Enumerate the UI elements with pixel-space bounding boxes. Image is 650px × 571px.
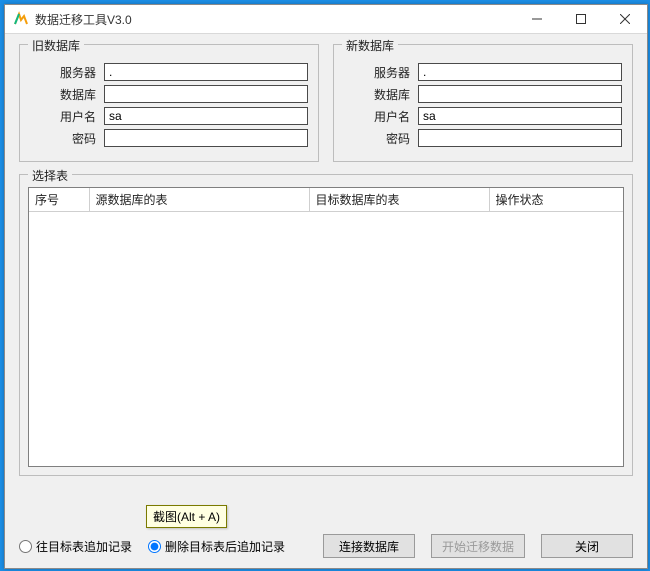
label-new-database: 数据库 bbox=[344, 86, 410, 103]
label-new-password: 密码 bbox=[344, 130, 410, 147]
select-table-group: 选择表 序号 源数据库的表 目标数据库的表 操作状态 bbox=[19, 174, 633, 476]
radio-delete-append[interactable]: 删除目标表后追加记录 bbox=[148, 538, 285, 555]
radio-append-input[interactable] bbox=[19, 540, 32, 553]
maximize-button[interactable] bbox=[559, 5, 603, 33]
app-icon bbox=[13, 11, 29, 27]
old-username-input[interactable] bbox=[104, 107, 308, 125]
old-db-group: 旧数据库 服务器 数据库 用户名 密码 bbox=[19, 44, 319, 162]
new-username-input[interactable] bbox=[418, 107, 622, 125]
old-password-input[interactable] bbox=[104, 129, 308, 147]
client-area: 旧数据库 服务器 数据库 用户名 密码 bbox=[5, 34, 647, 568]
label-new-username: 用户名 bbox=[344, 108, 410, 125]
new-db-legend: 新数据库 bbox=[342, 37, 398, 54]
col-target[interactable]: 目标数据库的表 bbox=[309, 188, 489, 212]
tables-grid: 序号 源数据库的表 目标数据库的表 操作状态 bbox=[29, 188, 623, 212]
old-database-input[interactable] bbox=[104, 85, 308, 103]
new-db-group: 新数据库 服务器 数据库 用户名 密码 bbox=[333, 44, 633, 162]
window-title: 数据迁移工具V3.0 bbox=[35, 11, 515, 28]
radio-append-label: 往目标表追加记录 bbox=[36, 538, 132, 555]
close-button[interactable] bbox=[603, 5, 647, 33]
new-password-input[interactable] bbox=[418, 129, 622, 147]
titlebar[interactable]: 数据迁移工具V3.0 bbox=[5, 5, 647, 34]
label-new-server: 服务器 bbox=[344, 64, 410, 81]
radio-delete-append-label: 删除目标表后追加记录 bbox=[165, 538, 285, 555]
label-old-database: 数据库 bbox=[30, 86, 96, 103]
screenshot-tooltip: 截图(Alt + A) bbox=[146, 505, 227, 528]
old-db-legend: 旧数据库 bbox=[28, 37, 84, 54]
minimize-button[interactable] bbox=[515, 5, 559, 33]
label-old-server: 服务器 bbox=[30, 64, 96, 81]
col-index[interactable]: 序号 bbox=[29, 188, 89, 212]
table-container[interactable]: 序号 源数据库的表 目标数据库的表 操作状态 bbox=[28, 187, 624, 467]
start-migrate-button[interactable]: 开始迁移数据 bbox=[431, 534, 525, 558]
select-table-legend: 选择表 bbox=[28, 167, 72, 184]
col-source[interactable]: 源数据库的表 bbox=[89, 188, 309, 212]
label-old-username: 用户名 bbox=[30, 108, 96, 125]
table-header-row: 序号 源数据库的表 目标数据库的表 操作状态 bbox=[29, 188, 623, 212]
new-database-input[interactable] bbox=[418, 85, 622, 103]
label-old-password: 密码 bbox=[30, 130, 96, 147]
window-controls bbox=[515, 5, 647, 33]
radio-append[interactable]: 往目标表追加记录 bbox=[19, 538, 132, 555]
connect-db-button[interactable]: 连接数据库 bbox=[323, 534, 415, 558]
close-app-button[interactable]: 关闭 bbox=[541, 534, 633, 558]
desktop: 数据迁移工具V3.0 旧数据库 服务器 bbox=[0, 0, 650, 571]
new-server-input[interactable] bbox=[418, 63, 622, 81]
radio-delete-append-input[interactable] bbox=[148, 540, 161, 553]
old-server-input[interactable] bbox=[104, 63, 308, 81]
bottom-toolbar: 往目标表追加记录 删除目标表后追加记录 连接数据库 开始迁移数据 关闭 bbox=[5, 526, 647, 568]
col-status[interactable]: 操作状态 bbox=[489, 188, 623, 212]
app-window: 数据迁移工具V3.0 旧数据库 服务器 bbox=[4, 4, 648, 569]
